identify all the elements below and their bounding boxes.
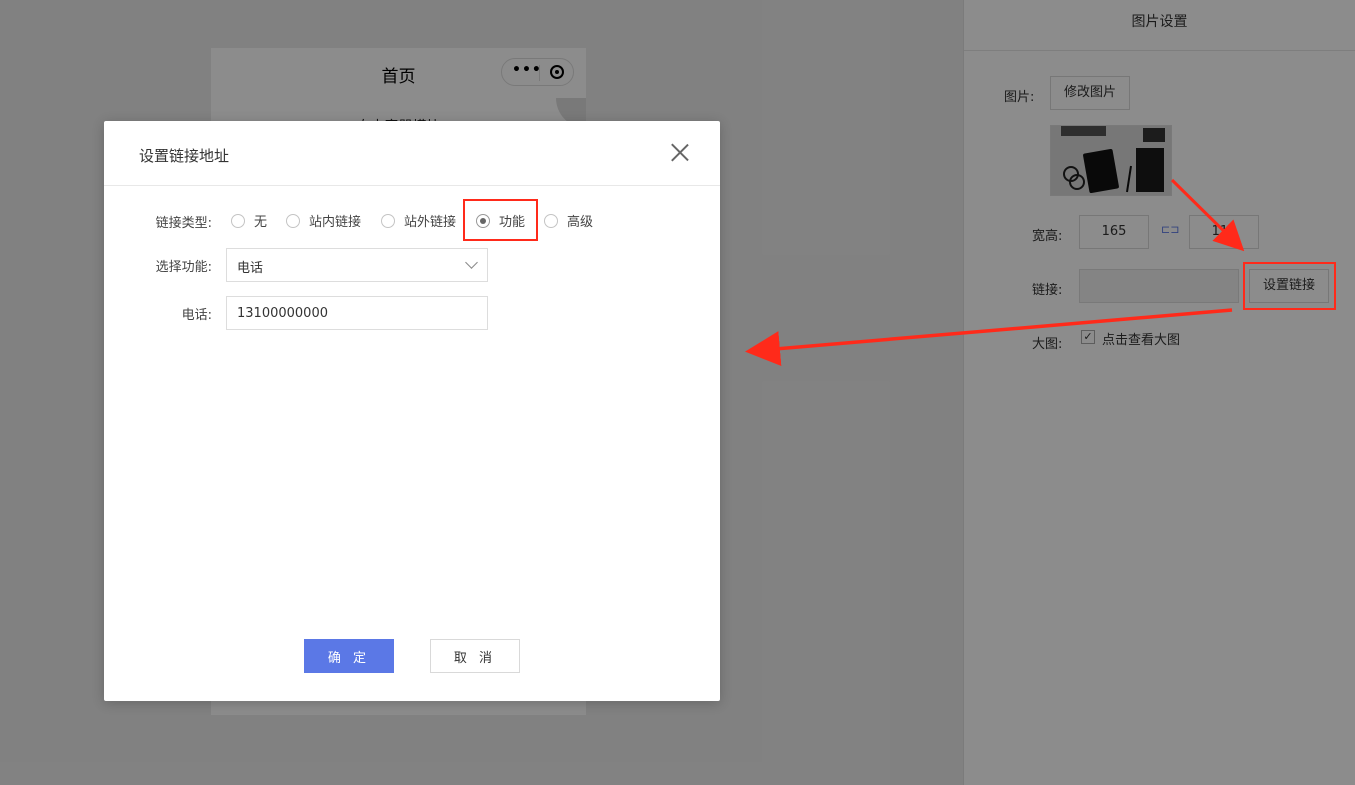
radio-label: 高级 — [567, 215, 594, 230]
chevron-down-icon — [465, 256, 478, 269]
function-select-value: 电话 — [237, 261, 264, 276]
cancel-button[interactable]: 取 消 — [430, 639, 520, 673]
radio-external-link[interactable]: 站外链接 — [381, 211, 456, 230]
confirm-button[interactable]: 确 定 — [304, 639, 394, 673]
radio-checked-icon — [476, 213, 490, 228]
phone-input[interactable] — [226, 296, 488, 330]
function-select[interactable]: 电话 — [226, 248, 488, 282]
radio-label: 无 — [254, 215, 268, 230]
radio-advanced[interactable]: 高级 — [544, 211, 593, 230]
close-icon[interactable] — [670, 143, 690, 163]
radio-none[interactable]: 无 — [231, 211, 267, 230]
dialog-title: 设置链接地址 — [139, 147, 230, 165]
radio-circle-icon — [231, 213, 245, 228]
radio-function[interactable]: 功能 — [476, 211, 525, 230]
radio-label: 功能 — [499, 215, 526, 230]
radio-circle-icon — [286, 213, 300, 228]
function-label: 选择功能: — [155, 260, 212, 275]
radio-circle-icon — [381, 213, 395, 228]
dialog-header: 设置链接地址 — [104, 121, 720, 186]
phone-label: 电话: — [181, 308, 212, 323]
radio-internal-link[interactable]: 站内链接 — [286, 211, 361, 230]
radio-label: 站外链接 — [404, 215, 457, 230]
radio-label: 站内链接 — [309, 215, 362, 230]
set-link-dialog: 设置链接地址 链接类型: 无 站内链接 站外链接 功能 高级 选择功能: 电话 … — [104, 121, 720, 701]
radio-circle-icon — [544, 213, 558, 228]
link-type-label: 链接类型: — [155, 216, 212, 231]
